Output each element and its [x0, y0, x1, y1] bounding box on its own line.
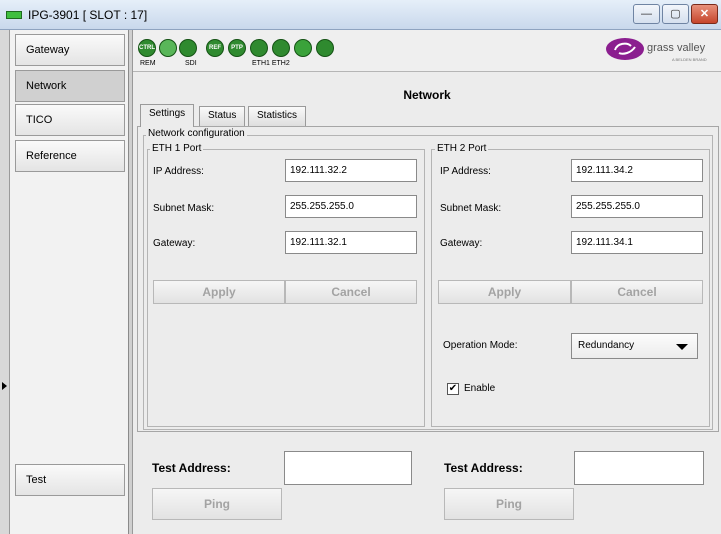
network-config-title: Network configuration	[146, 128, 247, 139]
rem-label: REM	[140, 60, 156, 67]
eth1-gateway-field[interactable]: 192.111.32.1	[285, 231, 417, 254]
operation-mode-select[interactable]: Redundancy	[571, 333, 698, 359]
eth1-mask-label: Subnet Mask:	[153, 203, 215, 214]
eth1-apply-button[interactable]: Apply	[153, 280, 285, 304]
eth2-apply-button[interactable]: Apply	[438, 280, 571, 304]
test-address-1-label: Test Address:	[152, 461, 231, 475]
tab-statistics[interactable]: Statistics	[248, 106, 307, 126]
eth1-ip-label: IP Address:	[153, 166, 204, 177]
eth2-ip-field[interactable]: 192.111.34.2	[571, 159, 703, 182]
sidebar-item-network[interactable]: Network	[15, 70, 125, 102]
ctrl-status-icon: CTRL	[138, 39, 156, 57]
eth1-status-icon	[250, 39, 268, 57]
refresh-icon	[316, 39, 334, 57]
ping-1-button[interactable]: Ping	[152, 488, 282, 520]
ref-status-icon: REF	[206, 39, 224, 57]
minimize-button[interactable]: —	[633, 4, 660, 24]
sidebar: Gateway Network TICO Reference Test	[10, 30, 129, 534]
expand-arrow-icon[interactable]	[2, 382, 7, 390]
test-address-2-label: Test Address:	[444, 461, 523, 475]
eth2-mask-field[interactable]: 255.255.255.0	[571, 195, 703, 218]
grass-valley-logo	[606, 38, 644, 60]
sidebar-item-gateway[interactable]: Gateway	[15, 34, 125, 66]
sidebar-item-reference[interactable]: Reference	[15, 140, 125, 172]
ptp-status-icon: PTP	[228, 39, 246, 57]
sdi-signal-icon	[179, 39, 197, 57]
sdi-status-icon	[159, 39, 177, 57]
eth2-gateway-label: Gateway:	[440, 238, 483, 249]
eth2-status-icon	[272, 39, 290, 57]
enable-checkbox[interactable]: ✔	[447, 383, 459, 395]
eth2-title: ETH 2 Port	[435, 143, 489, 154]
eth2-gateway-field[interactable]: 192.111.34.1	[571, 231, 703, 254]
eth1-cancel-button[interactable]: Cancel	[285, 280, 417, 304]
operation-mode-value: Redundancy	[578, 340, 635, 351]
test-address-2-field[interactable]	[574, 451, 704, 485]
test-address-1-field[interactable]	[284, 451, 412, 485]
ping-2-button[interactable]: Ping	[444, 488, 574, 520]
sidebar-item-test[interactable]: Test	[15, 464, 125, 496]
brand-name: grass valley	[647, 42, 706, 54]
eth2-cancel-button[interactable]: Cancel	[571, 280, 703, 304]
maximize-button[interactable]: ▢	[662, 4, 689, 24]
eth1-gateway-label: Gateway:	[153, 238, 196, 249]
collapse-strip[interactable]	[0, 30, 10, 534]
window-titlebar: IPG-3901 [ SLOT : 17] — ▢ ✕	[0, 0, 721, 30]
enable-label: Enable	[464, 383, 496, 394]
eth1-ip-field[interactable]: 192.111.32.2	[285, 159, 417, 182]
eth1-title: ETH 1 Port	[150, 143, 204, 154]
tab-settings[interactable]: Settings	[140, 104, 195, 127]
app-icon	[6, 11, 22, 19]
operation-mode-label: Operation Mode:	[443, 340, 518, 351]
test-section: Test Address: Ping Test Address: Ping	[137, 436, 719, 534]
sdi-label: SDI	[185, 60, 197, 67]
page-title: Network	[403, 88, 451, 102]
eth-label: ETH1 ETH2	[252, 60, 290, 67]
tab-status[interactable]: Status	[199, 106, 246, 126]
sidebar-item-tico[interactable]: TICO	[15, 104, 125, 136]
brand-sub: A BELDEN BRAND	[672, 57, 707, 62]
chevron-down-icon	[676, 344, 688, 350]
close-button[interactable]: ✕	[691, 4, 718, 24]
window-title: IPG-3901 [ SLOT : 17]	[28, 8, 148, 22]
eth1-mask-field[interactable]: 255.255.255.0	[285, 195, 417, 218]
add-icon	[294, 39, 312, 57]
eth2-ip-label: IP Address:	[440, 166, 491, 177]
eth2-mask-label: Subnet Mask:	[440, 203, 502, 214]
settings-panel: Network configuration ETH 1 Port IP Addr…	[137, 126, 719, 432]
